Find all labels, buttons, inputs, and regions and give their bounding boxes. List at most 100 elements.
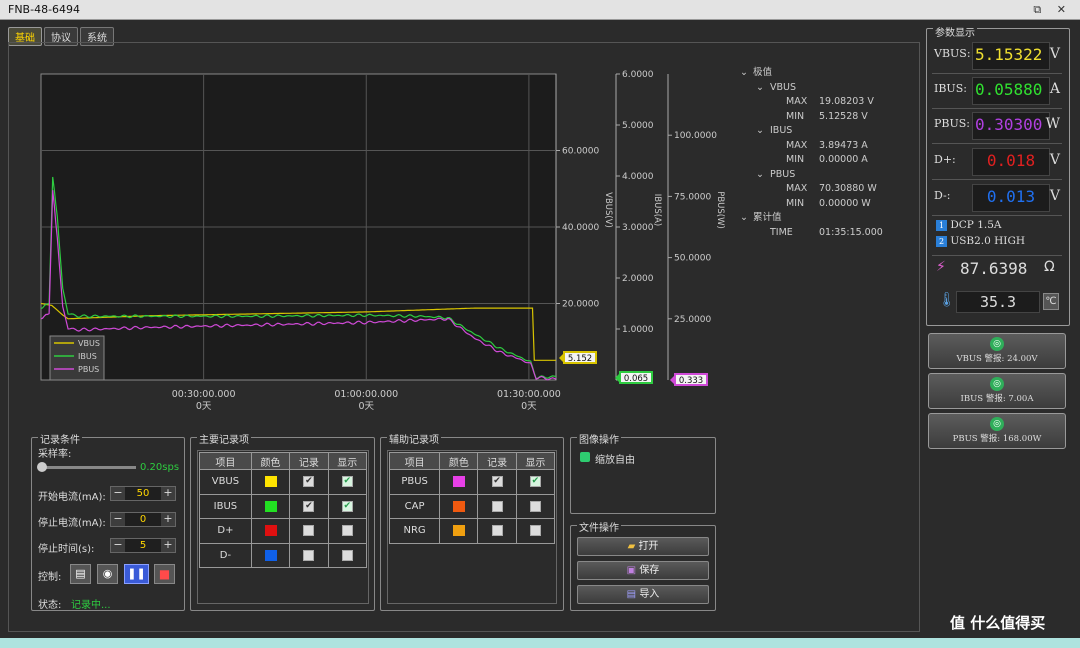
color-swatch[interactable] — [452, 525, 465, 536]
params-title: 参数显示 — [933, 24, 977, 39]
show-checkbox[interactable] — [529, 525, 541, 536]
vbus-alarm-button[interactable]: ◎ VBUS 警报: 24.00V — [928, 333, 1066, 369]
column-header: 项目 — [388, 452, 441, 470]
show-checkbox[interactable] — [529, 500, 541, 512]
tree-cum-title: 累计值 — [753, 212, 782, 223]
group-title: 文件操作 — [577, 519, 621, 534]
item-name: NRG — [388, 518, 441, 544]
color-swatch[interactable] — [264, 500, 277, 512]
stepper-value[interactable]: 5 — [125, 539, 161, 552]
save-button[interactable]: ▣ 保存 — [577, 561, 709, 580]
tree-arrow[interactable]: ⌄ — [756, 81, 764, 96]
tree-arrow[interactable]: ⌄ — [740, 66, 748, 81]
minus-icon[interactable]: − — [111, 487, 125, 500]
y-tick-label: 60.0000 — [562, 147, 599, 157]
start-current-stepper[interactable]: −50 + — [110, 486, 176, 501]
rate-slider[interactable] — [37, 462, 136, 472]
y-tick-label: 3.0000 — [622, 223, 654, 233]
import-button[interactable]: ▤ 导入 — [577, 585, 709, 604]
y-tick-label: 4.0000 — [622, 172, 654, 182]
stop-button[interactable]: ■ — [154, 564, 175, 584]
record-checkbox[interactable] — [491, 500, 503, 512]
stop-current-label: 停止电流(mA): — [38, 518, 106, 529]
stepper-value[interactable]: 0 — [125, 513, 161, 526]
column-header: 记录 — [289, 452, 329, 470]
chart[interactable]: 00:30:00.0000天01:00:00.0000天01:30:00.000… — [0, 0, 740, 420]
y-tick-label: 100.0000 — [674, 131, 717, 141]
tree-arrow[interactable]: ⌄ — [756, 124, 764, 139]
color-swatch[interactable] — [264, 476, 277, 487]
protocol-icon: 1 — [936, 220, 947, 231]
value-marker: 5.152 — [559, 351, 597, 364]
tree-key: MIN — [786, 154, 805, 165]
window-controls[interactable]: ⧉ ✕ — [1033, 0, 1072, 20]
tree-group: IBUS — [770, 125, 793, 136]
pbus-alarm-button[interactable]: ◎ PBUS 警报: 168.00W — [928, 413, 1066, 449]
show-checkbox[interactable] — [341, 549, 353, 561]
plus-icon[interactable]: + — [161, 487, 175, 500]
record-checkbox[interactable]: ✔ — [303, 476, 315, 487]
table-cell — [250, 542, 291, 568]
temperature-unit-button[interactable]: ℃ — [1043, 293, 1059, 310]
new-file-button[interactable]: ▤ — [70, 564, 91, 584]
pbus-value: 0.30300 — [972, 112, 1050, 140]
show-checkbox[interactable]: ✔ — [529, 476, 541, 487]
item-name: IBUS — [199, 493, 252, 519]
table-row: VBUS ✔ ✔ — [199, 469, 368, 495]
minus-icon[interactable]: − — [111, 513, 125, 526]
record-checkbox[interactable]: ✔ — [491, 476, 503, 487]
group-title: 主要记录项 — [197, 431, 251, 446]
plus-icon[interactable]: + — [161, 539, 175, 552]
tree-arrow[interactable]: ⌄ — [756, 168, 764, 183]
play-button[interactable]: ◉ — [97, 564, 118, 584]
tree-arrow[interactable]: ⌄ — [740, 211, 748, 226]
pause-button[interactable]: ❚❚ — [124, 564, 149, 584]
show-checkbox[interactable]: ✔ — [341, 500, 353, 512]
bottom-strip — [0, 638, 1080, 648]
minus-icon[interactable]: − — [111, 539, 125, 552]
temperature-value: 35.3 — [956, 291, 1040, 313]
x-tick-day: 0天 — [521, 401, 537, 412]
marker-value: 5.152 — [568, 354, 592, 364]
stop-current-stepper[interactable]: −0 + — [110, 512, 176, 527]
import-icon: ▤ — [626, 589, 640, 600]
resistance-unit: Ω — [1044, 259, 1055, 275]
y-tick-label: 75.0000 — [674, 192, 711, 202]
table-cell — [327, 518, 368, 544]
alarm-icon: ◎ — [990, 337, 1004, 351]
color-swatch[interactable] — [452, 500, 465, 512]
record-checkbox[interactable] — [491, 525, 503, 536]
zoom-free-label: 缩放自由 — [595, 455, 635, 466]
open-button[interactable]: ▰ 打开 — [577, 537, 709, 556]
readout-unit: W — [1045, 116, 1060, 132]
color-swatch[interactable] — [452, 476, 465, 487]
alarm-label: VBUS 警报: 24.00V — [956, 354, 1038, 364]
start-current-label: 开始电流(mA): — [38, 492, 106, 503]
record-checkbox[interactable] — [303, 525, 315, 536]
zoom-free-checkbox[interactable] — [580, 452, 590, 462]
stop-time-stepper[interactable]: −5 + — [110, 538, 176, 553]
color-swatch[interactable] — [264, 549, 277, 561]
column-header: 显示 — [515, 452, 556, 470]
y-axis-title: PBUS(W) — [715, 191, 725, 229]
record-checkbox[interactable]: ✔ — [303, 500, 315, 512]
stop-time-label: 停止时间(s): — [38, 544, 95, 555]
readout-unit: V — [1049, 46, 1060, 62]
ibus-alarm-button[interactable]: ◎ IBUS 警报: 7.00A — [928, 373, 1066, 409]
color-swatch[interactable] — [264, 525, 277, 536]
show-checkbox[interactable]: ✔ — [341, 476, 353, 487]
show-checkbox[interactable] — [341, 525, 353, 536]
y-tick-label: 5.0000 — [622, 121, 654, 131]
rate-label: 采样率: — [38, 449, 72, 460]
stepper-value[interactable]: 50 — [125, 487, 161, 500]
y-axis-title: VBUS(V) — [603, 192, 613, 228]
table-cell — [477, 518, 517, 544]
marker-arrow — [670, 375, 675, 385]
value-marker: 0.333 — [670, 373, 708, 386]
item-name: D- — [199, 542, 252, 568]
tree-value: 70.30880 W — [819, 183, 877, 194]
record-checkbox[interactable] — [303, 549, 315, 561]
plus-icon[interactable]: + — [161, 513, 175, 526]
tree-key: MAX — [786, 96, 808, 107]
slider-handle[interactable] — [37, 462, 47, 472]
